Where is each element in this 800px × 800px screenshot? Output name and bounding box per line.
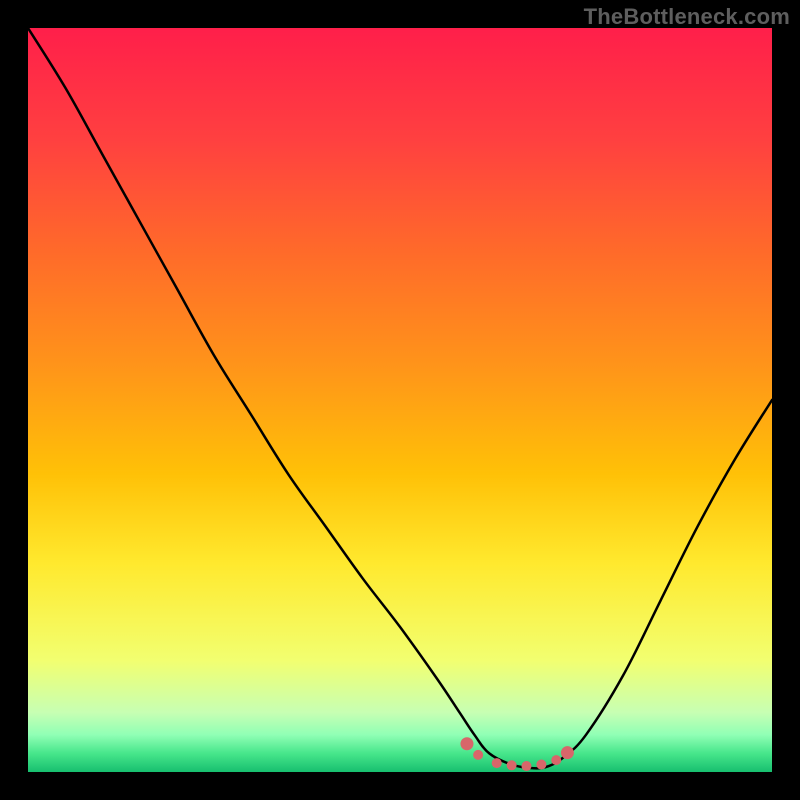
bottleneck-chart [28,28,772,772]
marker-dot [507,760,517,770]
marker-dot [536,760,546,770]
marker-dot [473,750,483,760]
marker-dot [460,737,473,750]
marker-dot [551,755,561,765]
marker-dot [521,761,531,771]
attribution-text: TheBottleneck.com [584,4,790,30]
heatmap-background [28,28,772,772]
marker-dot [561,746,574,759]
marker-dot [492,758,502,768]
